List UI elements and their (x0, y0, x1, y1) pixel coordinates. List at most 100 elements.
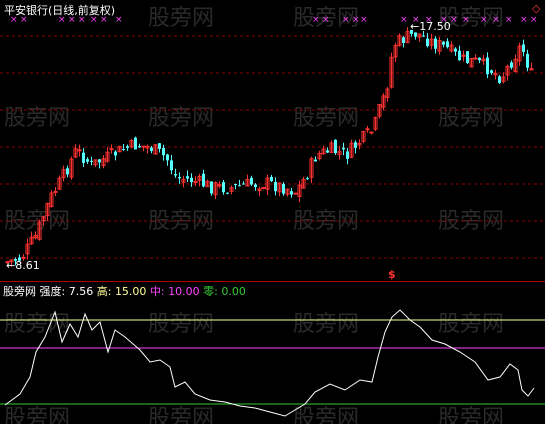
high-value: 15.00 (114, 285, 147, 298)
top-marker: × (400, 15, 408, 25)
candle-body (434, 38, 437, 49)
candle-body (261, 186, 266, 189)
candle-body (526, 53, 529, 68)
candle-body (446, 41, 449, 48)
top-marker: × (352, 15, 360, 25)
candle-body (282, 183, 285, 194)
candle-body (98, 159, 101, 163)
candle-body (402, 37, 405, 43)
candle-body (170, 160, 173, 171)
candle-body (250, 177, 253, 185)
candle-body (178, 177, 181, 179)
candle-body (458, 50, 461, 61)
candle-body (486, 57, 489, 75)
top-marker: × (360, 15, 368, 25)
candle-body (238, 185, 241, 187)
candle-body (193, 180, 198, 183)
candlestick-chart[interactable]: × × × × × × × × × × × × × × × × × × × × × × × × (0, 0, 545, 282)
signal-marker: $ (388, 268, 396, 281)
candle-body (82, 152, 85, 163)
candle-body (498, 76, 501, 83)
candle-body (141, 145, 146, 148)
candle-body (326, 150, 329, 153)
candle-body (369, 131, 374, 134)
low-price-label: ←8.61 (6, 259, 40, 272)
candle-body (466, 51, 469, 63)
candle-body (270, 176, 273, 182)
mid-value: 10.00 (168, 285, 200, 298)
top-marker: × (322, 15, 330, 25)
top-marker: × (115, 15, 123, 25)
top-marker: × (520, 15, 528, 25)
candle-body (158, 143, 161, 149)
top-marker: × (312, 15, 320, 25)
candle-body (66, 168, 69, 175)
candle-body (109, 148, 114, 151)
candle-body (522, 44, 525, 52)
candle-body (442, 41, 445, 45)
candle-body (226, 192, 229, 194)
zero-label: 零: (203, 285, 218, 298)
candle-body (290, 191, 293, 195)
high-price-value: 17.50 (419, 20, 451, 33)
candle-body (190, 177, 193, 183)
candle-body (53, 190, 58, 193)
strength-indicator-chart[interactable] (0, 282, 545, 424)
candle-body (126, 146, 129, 148)
candle-body (134, 137, 137, 150)
zero-value: 0.00 (221, 285, 246, 298)
candle-body (346, 151, 349, 159)
candle-body (426, 38, 429, 47)
candle-body (414, 32, 417, 37)
candle-body (166, 154, 169, 161)
candle-body (122, 149, 125, 151)
candle-body (162, 147, 165, 156)
indicator-name: 股旁网 (3, 285, 36, 298)
low-arrow: ← (6, 259, 16, 272)
mid-label: 中: (149, 285, 165, 298)
top-marker: × (462, 15, 470, 25)
candle-body (174, 174, 177, 176)
high-price-label: ←17.50 (410, 20, 451, 33)
candle-body (202, 173, 205, 187)
candle-body (510, 62, 513, 68)
candle-body (210, 181, 213, 194)
candle-body (365, 128, 370, 131)
top-marker: × (450, 15, 458, 25)
candle-body (314, 159, 317, 162)
candle-body (354, 142, 357, 148)
candle-body (342, 147, 345, 150)
strength-value: 7.56 (68, 285, 94, 298)
candle-body (242, 183, 245, 185)
low-price-value: 8.61 (15, 259, 40, 272)
candle-body (274, 182, 277, 192)
candle-body (422, 35, 425, 37)
candle-body (254, 184, 257, 187)
candle-body (334, 139, 337, 154)
strength-line (4, 309, 535, 417)
grid-lines (0, 35, 545, 259)
indicator-legend: 股旁网 强度: 7.56 高: 15.00 中: 10.00 零: 0.00 (3, 285, 246, 298)
candle-body (86, 159, 89, 162)
chart-window: 股旁网 股旁网 股旁网 股旁网 股旁网 股旁网 股旁网 股旁网 股旁网 股旁网 … (0, 0, 545, 424)
candle-body (454, 48, 457, 52)
candle-body (473, 57, 478, 60)
top-marker: × (342, 15, 350, 25)
top-marker: × (530, 15, 538, 25)
high-label: 高: (96, 285, 112, 298)
candle-body (478, 57, 481, 61)
high-arrow: ← (410, 20, 420, 33)
candle-body (138, 146, 141, 148)
candle-body (90, 160, 93, 162)
candle-body (293, 192, 298, 195)
candle-body (222, 182, 225, 193)
candle-body (150, 147, 153, 152)
chart-title: 平安银行(日线,前复权) (4, 4, 116, 17)
top-marker: × (505, 15, 513, 25)
candle-body (186, 176, 189, 179)
top-marker: × (480, 15, 488, 25)
candle-body (234, 184, 237, 186)
candle-body (490, 70, 493, 73)
corner-marker: ◇ (532, 2, 541, 15)
candle-body (306, 178, 309, 180)
